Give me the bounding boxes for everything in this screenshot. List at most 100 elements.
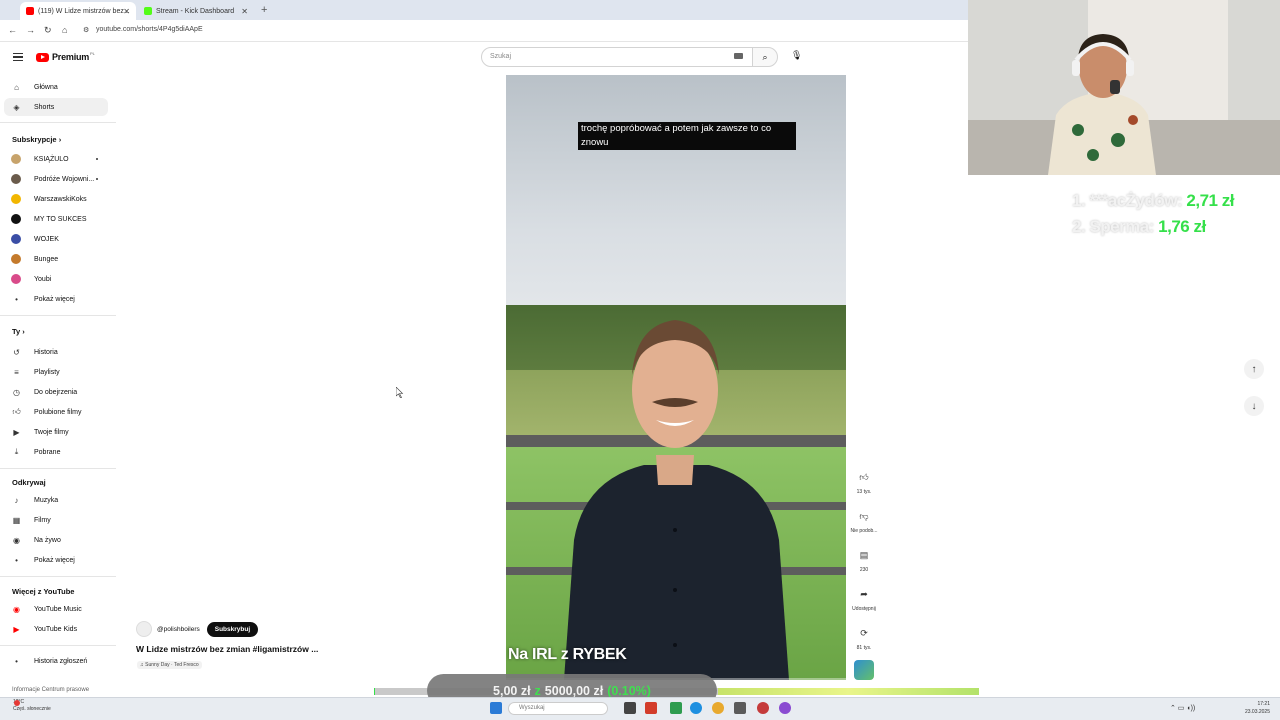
next-short-button[interactable]: ↓ bbox=[1244, 396, 1264, 416]
sidebar-item-you[interactable]: ◷ Do obejrzenia bbox=[4, 383, 108, 401]
logo-region: PL bbox=[90, 51, 95, 56]
sidebar-item-you[interactable]: ⤓ Pobrane bbox=[4, 443, 108, 461]
task-view-icon[interactable] bbox=[624, 702, 636, 714]
subscriptions-header[interactable]: Subskrypcje › bbox=[12, 135, 61, 144]
sidebar-divider bbox=[0, 576, 116, 577]
tab-kick-dashboard[interactable]: Stream - Kick Dashboard ✕ bbox=[138, 2, 254, 20]
sidebar-item-label: Muzyka bbox=[34, 496, 59, 504]
url-field[interactable]: youtube.com/shorts/4P4g5diAApE bbox=[96, 26, 203, 33]
back-icon[interactable]: ← bbox=[8, 25, 17, 35]
channel-avatar bbox=[11, 254, 21, 264]
clock-time: 17:21 bbox=[1257, 701, 1270, 707]
subscription-item[interactable]: WarszawskiKoks bbox=[4, 190, 108, 208]
sidebar-item-1[interactable]: ◈ Shorts bbox=[4, 98, 108, 116]
close-icon[interactable]: ✕ bbox=[123, 7, 130, 16]
logo-text: Premium bbox=[52, 52, 90, 62]
subscription-item[interactable]: KSIĄŻULO bbox=[4, 150, 108, 168]
calculator-icon[interactable] bbox=[734, 702, 746, 714]
tab-youtube[interactable]: (119) W Lidze mistrzów bez... ✕ bbox=[20, 2, 136, 20]
sidebar-item-more[interactable]: ▶ YouTube Kids bbox=[4, 620, 108, 638]
report-history-item[interactable]: • Historia zgłoszeń bbox=[4, 652, 108, 670]
new-content-dot bbox=[96, 158, 98, 160]
webcam-streamer bbox=[1048, 34, 1156, 175]
live-icon: ◉ bbox=[13, 535, 20, 545]
like-button[interactable]: 👍︎ 13 tys. bbox=[844, 468, 884, 496]
tray-icons[interactable]: ⌃ ▭ ◖)) bbox=[1170, 704, 1195, 712]
sidebar-item-label: Twoje filmy bbox=[34, 428, 69, 436]
keyboard-icon[interactable] bbox=[734, 53, 743, 59]
sidebar-item-more[interactable]: ◉ YouTube Music bbox=[4, 600, 108, 618]
section-title: Subskrypcje bbox=[12, 135, 57, 144]
youtube-premium-logo[interactable]: Premium PL bbox=[36, 51, 95, 62]
app-icon[interactable] bbox=[757, 702, 769, 714]
share-button[interactable]: ➦ Udostępnij bbox=[844, 585, 884, 613]
you-header[interactable]: Ty › bbox=[12, 327, 25, 336]
app-icon[interactable] bbox=[645, 702, 657, 714]
sidebar-footer[interactable]: Informacje Centrum prasowe bbox=[12, 687, 89, 693]
forward-icon[interactable]: → bbox=[26, 25, 35, 35]
app-icon[interactable] bbox=[670, 702, 682, 714]
channel-name[interactable]: @polishboilers bbox=[157, 626, 200, 633]
video-person bbox=[564, 320, 789, 680]
sidebar-item-0[interactable]: ⌂ Główna bbox=[4, 78, 108, 96]
more-from-youtube-header[interactable]: Więcej z YouTube bbox=[12, 587, 74, 596]
donation-amount: 1,76 zł bbox=[1158, 217, 1206, 236]
close-icon[interactable]: ✕ bbox=[241, 7, 248, 16]
subscribe-button[interactable]: Subskrybuj bbox=[206, 621, 259, 637]
menu-icon[interactable] bbox=[13, 53, 23, 61]
search-button[interactable]: ⌕ bbox=[752, 47, 778, 67]
dislike-button[interactable]: 👎︎ Nie podob... bbox=[844, 507, 884, 535]
show-more-subscriptions[interactable]: • Pokaż więcej bbox=[4, 290, 108, 308]
short-title[interactable]: W Lidze mistrzów bez zmian #ligamistrzów… bbox=[136, 644, 318, 654]
sidebar-divider bbox=[0, 315, 116, 316]
sidebar-item-label: KSIĄŻULO bbox=[34, 155, 69, 163]
goal-percent: (0.10%) bbox=[607, 683, 651, 698]
comments-button[interactable]: ▤ 230 bbox=[844, 546, 884, 574]
mic-icon[interactable]: 🎙︎ bbox=[791, 50, 802, 61]
subscription-item[interactable]: WOJEK bbox=[4, 230, 108, 248]
reload-icon[interactable]: ↻ bbox=[44, 25, 52, 36]
sidebar-item-you[interactable]: ↺ Historia bbox=[4, 343, 108, 361]
audio-thumbnail-icon[interactable] bbox=[854, 660, 874, 680]
arrow-up-icon: ↑ bbox=[1251, 363, 1257, 375]
sidebar-item-explore[interactable]: ▦ Filmy bbox=[4, 511, 108, 529]
remix-button[interactable]: ⟳ 81 tys. bbox=[844, 624, 884, 652]
channel-info: @polishboilers Subskrybuj bbox=[136, 621, 259, 637]
taskbar-search[interactable]: Wyszukaj bbox=[508, 702, 608, 715]
previous-short-button[interactable]: ↑ bbox=[1244, 359, 1264, 379]
subscription-item[interactable]: Bungee bbox=[4, 250, 108, 268]
subscription-item[interactable]: Podróże Wojowni... bbox=[4, 170, 108, 188]
video-caption: trochę popróbować a potem jak zawsze to … bbox=[578, 122, 796, 150]
sidebar-divider bbox=[0, 468, 116, 469]
sidebar-item-you[interactable]: ≡ Playlisty bbox=[4, 363, 108, 381]
sidebar-item-label: Shorts bbox=[34, 103, 55, 111]
sidebar-item-explore[interactable]: ♪ Muzyka bbox=[4, 491, 108, 509]
home-icon[interactable]: ⌂ bbox=[62, 25, 67, 35]
chrome-icon[interactable] bbox=[712, 702, 724, 714]
new-content-dot bbox=[96, 178, 98, 180]
explore-header[interactable]: Odkrywaj bbox=[12, 478, 46, 487]
sidebar-item-label: Podróże Wojowni... bbox=[34, 175, 95, 183]
edge-icon[interactable] bbox=[690, 702, 702, 714]
taskbar-clock[interactable]: 17:21 23.03.2025 bbox=[1245, 700, 1270, 716]
new-tab-icon[interactable]: + bbox=[261, 4, 267, 16]
tab-label: (119) W Lidze mistrzów bez... bbox=[38, 7, 130, 15]
playlist-icon: ≡ bbox=[14, 367, 19, 377]
search-input[interactable]: Szukaj bbox=[481, 47, 753, 67]
sidebar-item-you[interactable]: ▶ Twoje filmy bbox=[4, 423, 108, 441]
your-videos-icon: ▶ bbox=[13, 427, 20, 437]
subscription-item[interactable]: Youbi bbox=[4, 270, 108, 288]
sidebar-item-you[interactable]: 👍︎ Polubione filmy bbox=[4, 403, 108, 421]
channel-avatar[interactable] bbox=[136, 621, 152, 637]
show-more-explore[interactable]: • Pokaż więcej bbox=[4, 551, 108, 569]
app-icon[interactable] bbox=[779, 702, 791, 714]
site-info-icon[interactable]: ⚙ bbox=[83, 26, 89, 34]
webcam-feed bbox=[968, 0, 1280, 175]
history-icon: ↺ bbox=[13, 347, 20, 357]
youtube-music-icon: ◉ bbox=[13, 604, 20, 614]
music-chip[interactable]: ♫ Sunny Day · Ted Fresco bbox=[137, 661, 202, 669]
sidebar-item-explore[interactable]: ◉ Na żywo bbox=[4, 531, 108, 549]
subscription-item[interactable]: MY TO SUKCES bbox=[4, 210, 108, 228]
windows-start-icon[interactable] bbox=[490, 702, 502, 714]
short-video-player[interactable] bbox=[506, 75, 846, 680]
